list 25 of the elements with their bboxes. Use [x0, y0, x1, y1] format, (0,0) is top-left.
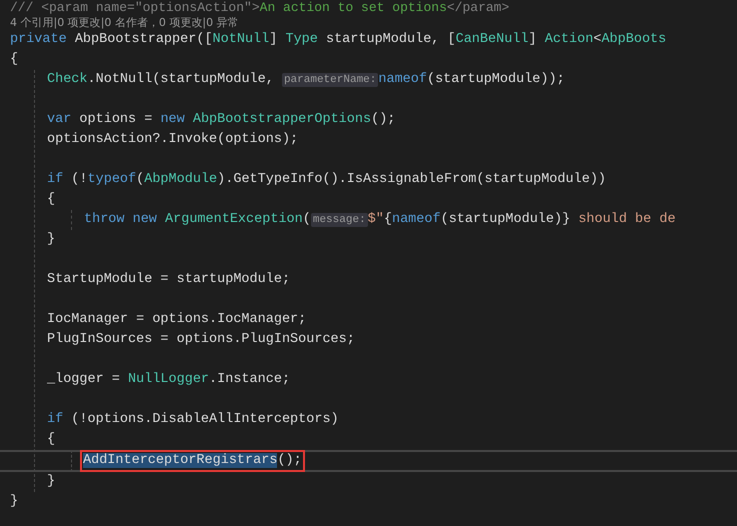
code-text: throw new ArgumentException( [84, 212, 311, 227]
code-line: if (!typeof(AbpModule).GetTypeInfo().IsAssignableFrom(startupModule)) [47, 172, 606, 187]
code-line: { [47, 192, 56, 207]
code-line: optionsAction?.Invoke(options); [47, 132, 298, 147]
code-line: _logger = NullLogger.Instance; [47, 372, 290, 387]
selected-text: AddInterceptorRegistrars [83, 453, 278, 468]
code-line: } [47, 232, 56, 247]
code-line: var options = new AbpBootstrapperOptions(); [47, 112, 396, 127]
parameter-hint: parameterName: [282, 73, 378, 87]
code-line: PlugInSources = options.PlugInSources; [47, 332, 355, 347]
code-line: } [47, 474, 56, 489]
codelens-info[interactable]: 4 个引用|0 项更改|0 名作者，0 项更改|0 异常 [10, 16, 737, 30]
parameter-hint: message: [310, 213, 368, 227]
code-text: Check.NotNull(startupModule, [47, 72, 275, 87]
code-line: { [47, 432, 56, 447]
code-line: private AbpBootstrapper([NotNull] Type startupModule, [CanBeNull] Action<AbpBoots [10, 32, 666, 47]
code-text: (); [277, 453, 302, 468]
code-text: nameof(startupModule)); [378, 72, 565, 87]
code-line: { [10, 52, 18, 67]
code-line: /// <param name="optionsAction">An action to set options</param> [10, 0, 510, 15]
code-line: if (!options.DisableAllInterceptors) [47, 412, 339, 427]
code-line: StartupModule = startupModule; [47, 272, 290, 287]
code-text: $"{nameof(startupModule)} should be de [368, 212, 676, 227]
code-line: } [10, 494, 18, 509]
code-line: IocManager = options.IocManager; [47, 312, 306, 327]
